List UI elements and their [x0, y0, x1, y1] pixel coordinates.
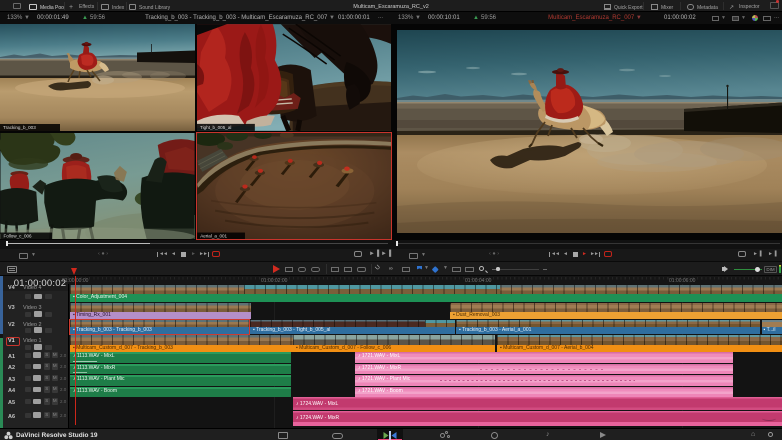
svg-text:Follow_c_006: Follow_c_006	[3, 233, 32, 238]
svg-text:Tight_b_005_al: Tight_b_005_al	[199, 125, 230, 130]
svg-text:Aerial_a_001: Aerial_a_001	[200, 233, 227, 238]
svg-text:Tracking_b_003: Tracking_b_003	[3, 125, 36, 130]
